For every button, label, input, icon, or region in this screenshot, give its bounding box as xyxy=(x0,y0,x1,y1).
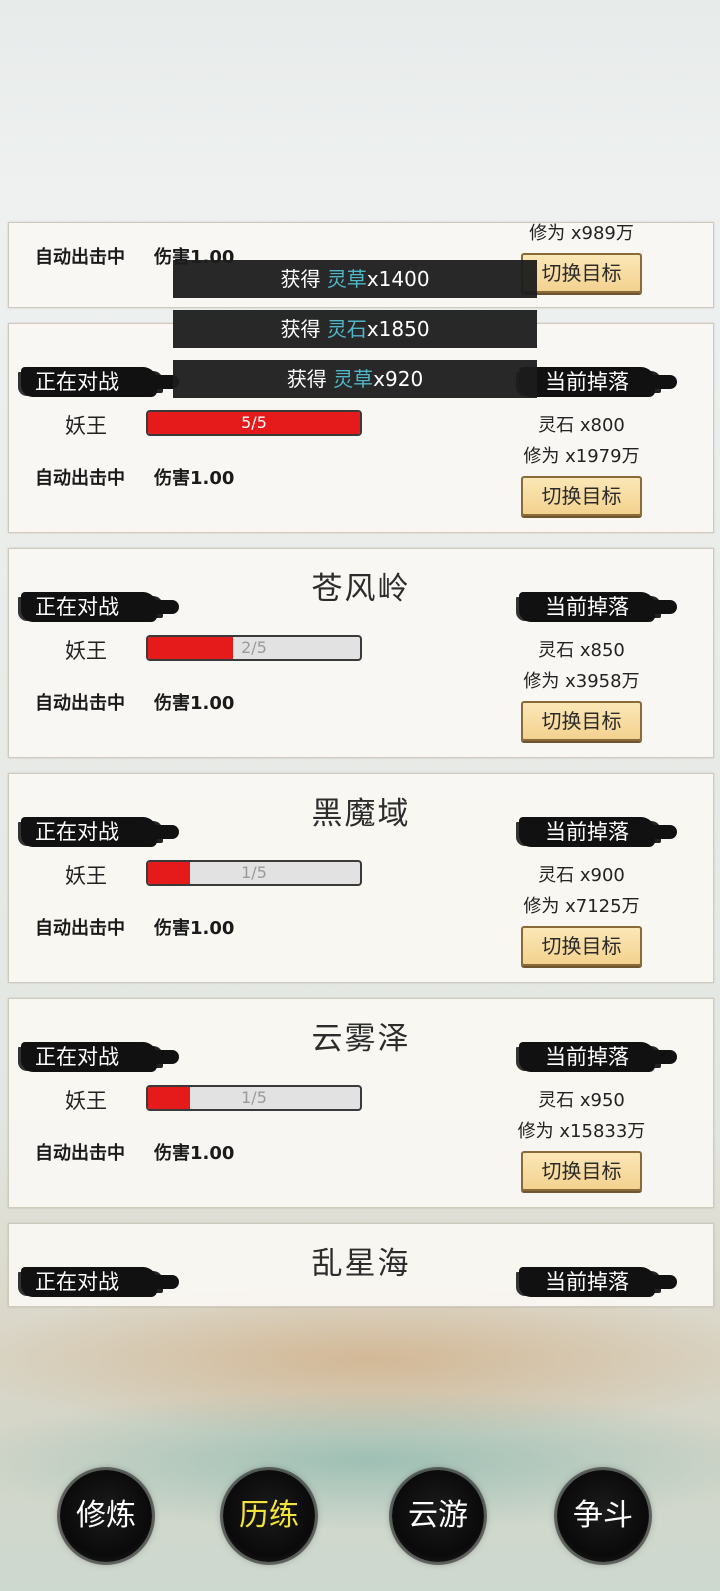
switch-target-button[interactable]: 切换目标 xyxy=(521,926,642,966)
enemy-hp-bar: 5/5 xyxy=(146,410,362,436)
hp-text: 1/5 xyxy=(241,863,267,882)
battle-label: 正在对战 xyxy=(21,817,179,847)
reward-toast: 获得 灵草x920 xyxy=(173,360,537,398)
hp-text: 5/5 xyxy=(241,413,267,432)
reward-toast: 获得 灵草x1400 xyxy=(173,260,537,298)
battle-card: 苍风岭 正在对战 当前掉落 妖王 2/5 自动出击中 伤害1.00 灵石 x85… xyxy=(8,548,714,758)
toast-item: 灵草 xyxy=(333,367,374,391)
drop-xiuwei: 修为 x1979万 xyxy=(523,446,640,467)
toast-item: 灵草 xyxy=(326,267,367,291)
toast-amount: x1850 xyxy=(366,317,430,341)
enemy-name: 妖王 xyxy=(65,864,107,888)
auto-attack-status: 自动出击中 xyxy=(35,247,125,268)
toast-item: 灵石 xyxy=(326,317,367,341)
drop-lingshi: 灵石 x850 xyxy=(538,640,625,661)
enemy-name: 妖王 xyxy=(65,639,107,663)
damage-value: 伤害1.00 xyxy=(154,918,235,939)
battle-card: 黑魔域 正在对战 当前掉落 妖王 1/5 自动出击中 伤害1.00 灵石 x90… xyxy=(8,773,714,983)
drop-xiuwei: 修为 x3958万 xyxy=(523,671,640,692)
battle-card: 正在对战 当前掉落 妖王 5/5 自动出击中 伤害1.00 灵石 x800 修为… xyxy=(8,323,714,533)
drop-label: 当前掉落 xyxy=(519,592,677,622)
drop-lingshi: 灵石 x800 xyxy=(538,415,625,436)
battle-label: 正在对战 xyxy=(21,1267,179,1297)
damage-value: 伤害1.00 xyxy=(154,468,235,489)
drop-xiuwei: 修为 x989万 xyxy=(529,223,634,244)
battle-label: 正在对战 xyxy=(21,592,179,622)
enemy-hp-bar: 1/5 xyxy=(146,860,362,886)
auto-attack-status: 自动出击中 xyxy=(35,1143,125,1164)
battle-card: 云雾泽 正在对战 当前掉落 妖王 1/5 自动出击中 伤害1.00 灵石 x95… xyxy=(8,998,714,1208)
switch-target-button[interactable]: 切换目标 xyxy=(521,701,642,741)
toast-prefix: 获得 xyxy=(286,367,334,391)
nav-fight-button[interactable]: 争斗 xyxy=(557,1470,649,1562)
switch-target-button[interactable]: 切换目标 xyxy=(521,253,642,293)
drop-xiuwei: 修为 x7125万 xyxy=(523,896,640,917)
battle-card: 乱星海 正在对战 当前掉落 xyxy=(8,1223,714,1307)
drop-xiuwei: 修为 x15833万 xyxy=(517,1121,646,1142)
toast-amount: x920 xyxy=(373,367,424,391)
damage-value: 伤害1.00 xyxy=(154,1143,235,1164)
auto-attack-status: 自动出击中 xyxy=(35,918,125,939)
drop-label: 当前掉落 xyxy=(519,367,677,397)
hp-text: 1/5 xyxy=(241,1088,267,1107)
toast-prefix: 获得 xyxy=(280,267,327,291)
nav-travel-button[interactable]: 云游 xyxy=(392,1470,484,1562)
damage-value: 伤害1.00 xyxy=(154,693,235,714)
enemy-name: 妖王 xyxy=(65,1089,107,1113)
auto-attack-status: 自动出击中 xyxy=(35,468,125,489)
nav-cultivate-button[interactable]: 修炼 xyxy=(60,1470,152,1562)
drop-label: 当前掉落 xyxy=(519,1042,677,1072)
enemy-hp-bar: 2/5 xyxy=(146,635,362,661)
battle-label: 正在对战 xyxy=(21,1042,179,1072)
nav-adventure-button[interactable]: 历练 xyxy=(223,1470,315,1562)
drop-lingshi: 灵石 x950 xyxy=(538,1090,625,1111)
battle-label: 正在对战 xyxy=(21,367,179,397)
drop-label: 当前掉落 xyxy=(519,817,677,847)
drop-label: 当前掉落 xyxy=(519,1267,677,1297)
hp-text: 2/5 xyxy=(241,638,267,657)
switch-target-button[interactable]: 切换目标 xyxy=(521,1151,642,1191)
drop-lingshi: 灵石 x900 xyxy=(538,865,625,886)
switch-target-button[interactable]: 切换目标 xyxy=(521,476,642,516)
enemy-name: 妖王 xyxy=(65,414,107,438)
toast-amount: x1400 xyxy=(366,267,430,291)
reward-toast: 获得 灵石x1850 xyxy=(173,310,537,348)
toast-prefix: 获得 xyxy=(280,317,327,341)
enemy-hp-bar: 1/5 xyxy=(146,1085,362,1111)
auto-attack-status: 自动出击中 xyxy=(35,693,125,714)
